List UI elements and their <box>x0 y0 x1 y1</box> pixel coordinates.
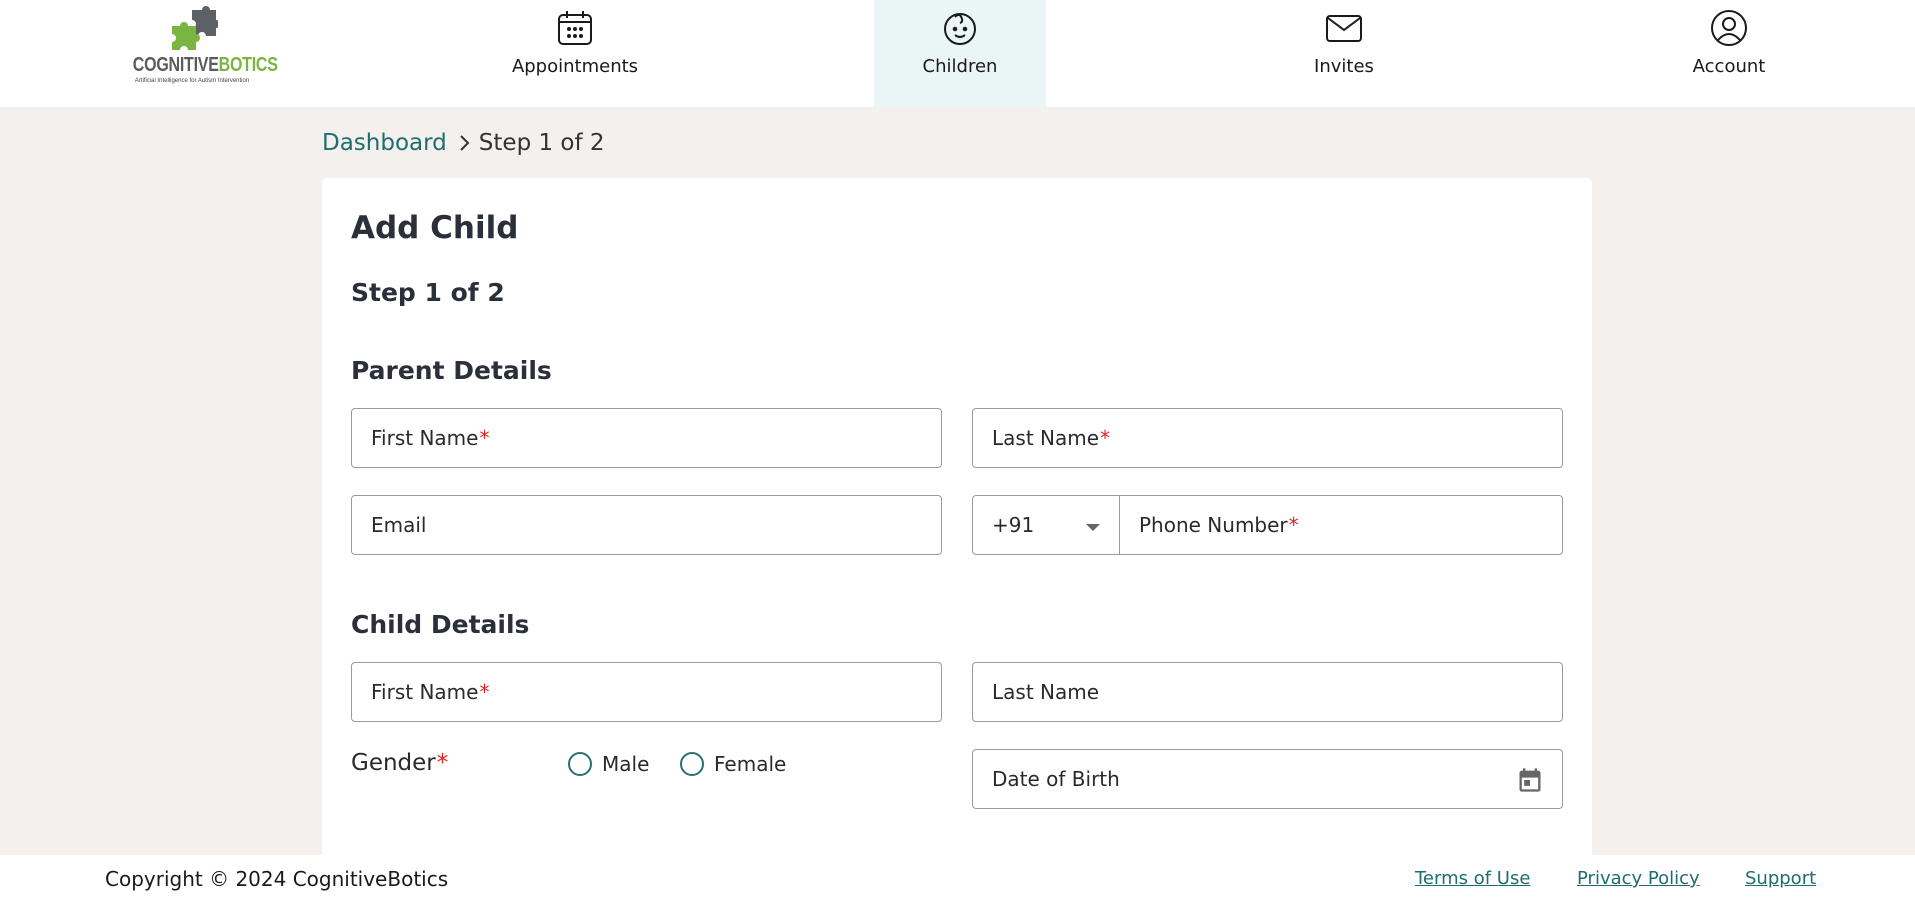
nav-item-children[interactable]: Children <box>874 0 1046 107</box>
add-child-form-card: Add Child Step 1 of 2 Parent Details Fir… <box>322 178 1592 858</box>
parent-first-name-placeholder: First Name <box>371 426 479 450</box>
radio-button[interactable] <box>568 752 592 776</box>
step-indicator: Step 1 of 2 <box>351 278 505 307</box>
country-code-value: +91 <box>992 513 1035 537</box>
parent-details-heading: Parent Details <box>351 356 552 385</box>
child-last-name-placeholder: Last Name <box>992 680 1100 704</box>
breadcrumb-current: Step 1 of 2 <box>478 130 605 156</box>
breadcrumb-dashboard-link[interactable]: Dashboard <box>322 130 447 156</box>
child-last-name-field[interactable]: Last Name <box>972 662 1563 722</box>
support-link[interactable]: Support <box>1745 868 1816 889</box>
user-circle-icon <box>1711 10 1747 46</box>
calendar-icon <box>558 11 592 45</box>
gender-male-label: Male <box>602 752 650 776</box>
nav-item-account[interactable]: Account <box>1643 0 1815 107</box>
nav-item-invites[interactable]: Invites <box>1258 0 1430 107</box>
envelope-icon <box>1326 15 1362 42</box>
brand-wordmark: COGNITIVEBOTICS <box>132 54 278 76</box>
parent-first-name-field[interactable]: First Name * <box>351 408 942 468</box>
form-title: Add Child <box>351 210 519 246</box>
gender-female-radio[interactable]: Female <box>680 752 786 776</box>
copyright-text: Copyright © 2024 CognitiveBotics <box>105 867 449 891</box>
nav-item-appointments[interactable]: Appointments <box>489 0 661 107</box>
nav-label-account: Account <box>1692 56 1766 77</box>
required-marker: * <box>479 680 490 704</box>
brand-logo[interactable]: COGNITIVEBOTICS Artificial Intelligence … <box>118 6 278 90</box>
nav-label-invites: Invites <box>1314 56 1374 77</box>
caret-down-icon <box>1086 524 1100 531</box>
footer: Copyright © 2024 CognitiveBotics Terms o… <box>0 855 1915 899</box>
breadcrumb: Dashboard Step 1 of 2 <box>322 128 605 158</box>
parent-phone-field[interactable]: Phone Number * <box>1119 495 1563 555</box>
puzzle-logo-icon <box>172 6 218 50</box>
nav-label-children: Children <box>922 56 998 77</box>
gender-male-radio[interactable]: Male <box>568 752 649 776</box>
parent-phone-placeholder: Phone Number <box>1139 513 1288 537</box>
radio-button[interactable] <box>680 752 704 776</box>
child-details-heading: Child Details <box>351 610 530 639</box>
date-of-birth-placeholder: Date of Birth <box>992 767 1120 791</box>
required-marker: * <box>1100 426 1111 450</box>
calendar-picker-icon[interactable] <box>1516 766 1544 794</box>
country-code-select[interactable]: +91 <box>972 495 1121 555</box>
required-marker: * <box>1288 513 1299 537</box>
terms-of-use-link[interactable]: Terms of Use <box>1415 868 1530 889</box>
parent-email-placeholder: Email <box>371 513 427 537</box>
nav-label-appointments: Appointments <box>511 56 639 77</box>
child-first-name-field[interactable]: First Name * <box>351 662 942 722</box>
top-navigation-bar: COGNITIVEBOTICS Artificial Intelligence … <box>0 0 1915 107</box>
chevron-right-icon <box>460 135 470 151</box>
gender-label: Gender* <box>351 750 449 776</box>
gender-female-label: Female <box>714 752 787 776</box>
parent-last-name-placeholder: Last Name <box>992 426 1100 450</box>
child-first-name-placeholder: First Name <box>371 680 479 704</box>
required-marker: * <box>479 426 490 450</box>
privacy-policy-link[interactable]: Privacy Policy <box>1577 868 1700 889</box>
child-face-icon <box>944 13 976 45</box>
brand-tagline: Artificial Intelligence for Autism Inter… <box>134 78 250 84</box>
date-of-birth-field[interactable]: Date of Birth <box>972 749 1563 809</box>
parent-email-field[interactable]: Email <box>351 495 942 555</box>
parent-last-name-field[interactable]: Last Name * <box>972 408 1563 468</box>
